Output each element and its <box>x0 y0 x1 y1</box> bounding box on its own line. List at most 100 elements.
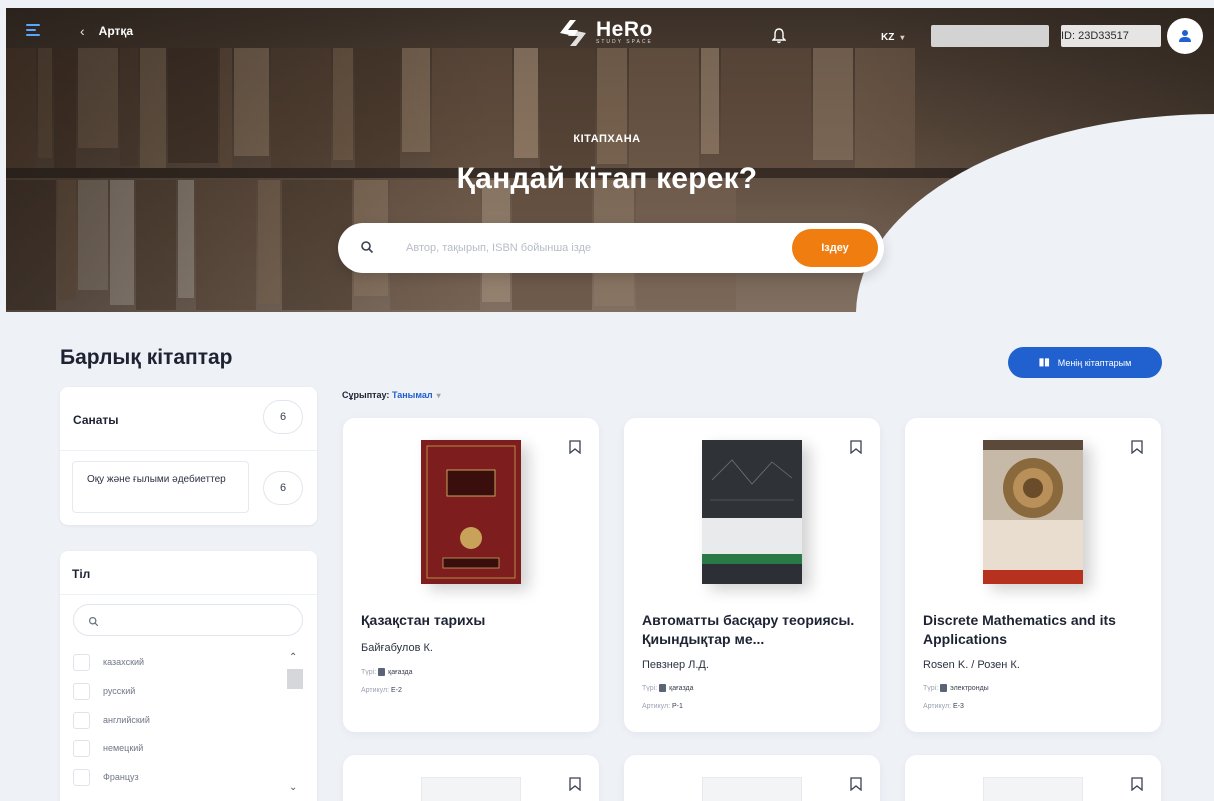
hero-logo[interactable]: HeRo STUDY SPACE <box>556 16 653 50</box>
search-icon <box>88 614 99 627</box>
book-cover-placeholder <box>421 777 521 801</box>
language-option-label: английский <box>103 715 150 725</box>
language-option[interactable]: Француз <box>73 767 139 787</box>
library-page: ‹ Артқа HeRo STUDY SPACE KZ ▾ ID: 23D3351… <box>0 0 1214 801</box>
avatar[interactable] <box>1167 18 1203 54</box>
book-type: Түрі: электронды <box>923 684 989 692</box>
language-option-label: казахский <box>103 657 145 667</box>
book-title[interactable]: Қазақстан тарихы <box>361 611 586 630</box>
top-navigation: ‹ Артқа HeRo STUDY SPACE KZ ▾ ID: 23D3351… <box>0 0 1214 64</box>
bookmark-icon[interactable] <box>569 440 581 455</box>
book-card[interactable]: Discrete Mathematics and its Application… <box>905 418 1161 732</box>
divider <box>60 450 317 451</box>
hero-headline: Қандай кітап керек? <box>456 162 758 195</box>
ebook-icon <box>940 684 948 692</box>
checkbox[interactable] <box>73 682 90 700</box>
category-filter: Санаты 6 Оқу және ғылыми әдебиеттер 6 <box>60 387 317 525</box>
language-heading: Тіл <box>72 567 91 581</box>
search-input[interactable]: Автор, тақырып, ISBN бойынша ізде <box>406 242 591 254</box>
book-article: Артикул: Е-2 <box>361 687 402 694</box>
back-link[interactable]: ‹ Артқа <box>80 23 133 39</box>
language-option[interactable]: русский <box>73 681 135 701</box>
language-option[interactable]: английский <box>73 710 150 730</box>
type-value: қағазда <box>669 684 694 692</box>
bookmark-icon[interactable] <box>569 777 581 792</box>
search-button[interactable]: Іздеу <box>792 229 878 267</box>
hero-search: Автор, тақырып, ISBN бойынша ізде Іздеу <box>338 223 884 273</box>
book-card[interactable] <box>905 755 1161 801</box>
my-books-label: Менің кітаптарым <box>1057 357 1132 368</box>
type-label: Түрі: <box>923 684 939 692</box>
chevron-up-icon[interactable]: ⌃ <box>289 652 297 663</box>
checkbox[interactable] <box>73 739 90 757</box>
book-cover <box>702 440 802 584</box>
menu-icon[interactable] <box>26 24 40 36</box>
logo-name: HeRo <box>596 18 653 41</box>
caret-down-icon: ▾ <box>436 391 441 400</box>
my-books-button[interactable]: ▮▮ Менің кітаптарым <box>1008 347 1162 378</box>
book-card[interactable] <box>343 755 599 801</box>
user-icon <box>1179 30 1191 42</box>
book-card[interactable] <box>624 755 880 801</box>
type-value: электронды <box>950 684 989 692</box>
bookmark-icon[interactable] <box>850 440 862 455</box>
language-option[interactable]: немецкий <box>73 738 143 758</box>
notification-bell-icon[interactable] <box>771 28 787 44</box>
book-author: Певзнер Л.Д. <box>642 659 709 671</box>
scrollbar-thumb[interactable] <box>287 669 303 689</box>
language-code: KZ <box>881 32 895 43</box>
back-label: Артқа <box>98 24 134 38</box>
type-label: Түрі: <box>361 668 377 676</box>
book-cover <box>421 440 521 584</box>
book-icon <box>659 684 667 692</box>
book-cover-placeholder <box>702 777 802 801</box>
category-item-count: 6 <box>263 471 303 505</box>
category-item[interactable]: Оқу және ғылыми әдебиеттер <box>72 461 249 513</box>
books-icon: ▮▮ <box>1038 357 1050 368</box>
bookmark-icon[interactable] <box>1131 777 1143 792</box>
hero-eyebrow: КІТАПХАНА <box>573 133 641 145</box>
article-label: Артикул: <box>923 703 952 710</box>
book-article: Артикул: Р-1 <box>642 703 683 710</box>
book-type: Түрі: қағазда <box>642 684 694 692</box>
sort-label: Сұрыптау: <box>342 390 390 400</box>
language-selector[interactable]: KZ ▾ <box>881 32 904 43</box>
checkbox[interactable] <box>73 768 90 786</box>
book-card[interactable]: Қазақстан тарихы Байғабулов К. Түрі: қаға… <box>343 418 599 732</box>
logo-subtitle: STUDY SPACE <box>596 39 653 45</box>
sort-control[interactable]: Сұрыптау: Танымал ▾ <box>342 390 441 400</box>
chevron-down-icon[interactable]: ⌄ <box>289 782 297 793</box>
book-card[interactable]: Автоматты басқару теориясы. Қиындықтар м… <box>624 418 880 732</box>
caret-down-icon: ▾ <box>900 33 905 42</box>
language-option-label: Француз <box>103 772 139 782</box>
sort-value: Танымал <box>391 390 433 400</box>
book-author: Rosen K. / Розен К. <box>923 659 1020 671</box>
article-value: Е-3 <box>953 703 964 710</box>
bookmark-icon[interactable] <box>1131 440 1143 455</box>
type-value: қағазда <box>388 668 413 676</box>
checkbox[interactable] <box>73 653 90 671</box>
language-option[interactable]: казахский <box>73 652 144 672</box>
book-article: Артикул: Е-3 <box>923 703 964 710</box>
language-option-label: русский <box>103 686 136 696</box>
user-name-redacted[interactable] <box>931 25 1049 47</box>
language-search-input[interactable] <box>73 604 303 636</box>
book-type: Түрі: қағазда <box>361 668 413 676</box>
category-count-badge: 6 <box>263 400 303 434</box>
checkbox[interactable] <box>73 711 90 729</box>
chevron-left-icon: ‹ <box>80 23 85 39</box>
scrollbar[interactable]: ⌃ ⌄ <box>287 648 303 801</box>
bookmark-icon[interactable] <box>850 777 862 792</box>
article-label: Артикул: <box>361 687 390 694</box>
page-title: Барлық кітаптар <box>60 346 233 369</box>
divider <box>60 594 317 595</box>
type-label: Түрі: <box>642 684 658 692</box>
book-cover <box>983 440 1083 584</box>
category-heading: Санаты <box>73 413 119 427</box>
book-title[interactable]: Discrete Mathematics and its Application… <box>923 611 1148 649</box>
book-author: Байғабулов К. <box>361 642 433 654</box>
article-value: Р-1 <box>672 703 683 710</box>
book-icon <box>378 668 386 676</box>
language-option-label: немецкий <box>103 743 144 753</box>
book-title[interactable]: Автоматты басқару теориясы. Қиындықтар м… <box>642 611 867 649</box>
